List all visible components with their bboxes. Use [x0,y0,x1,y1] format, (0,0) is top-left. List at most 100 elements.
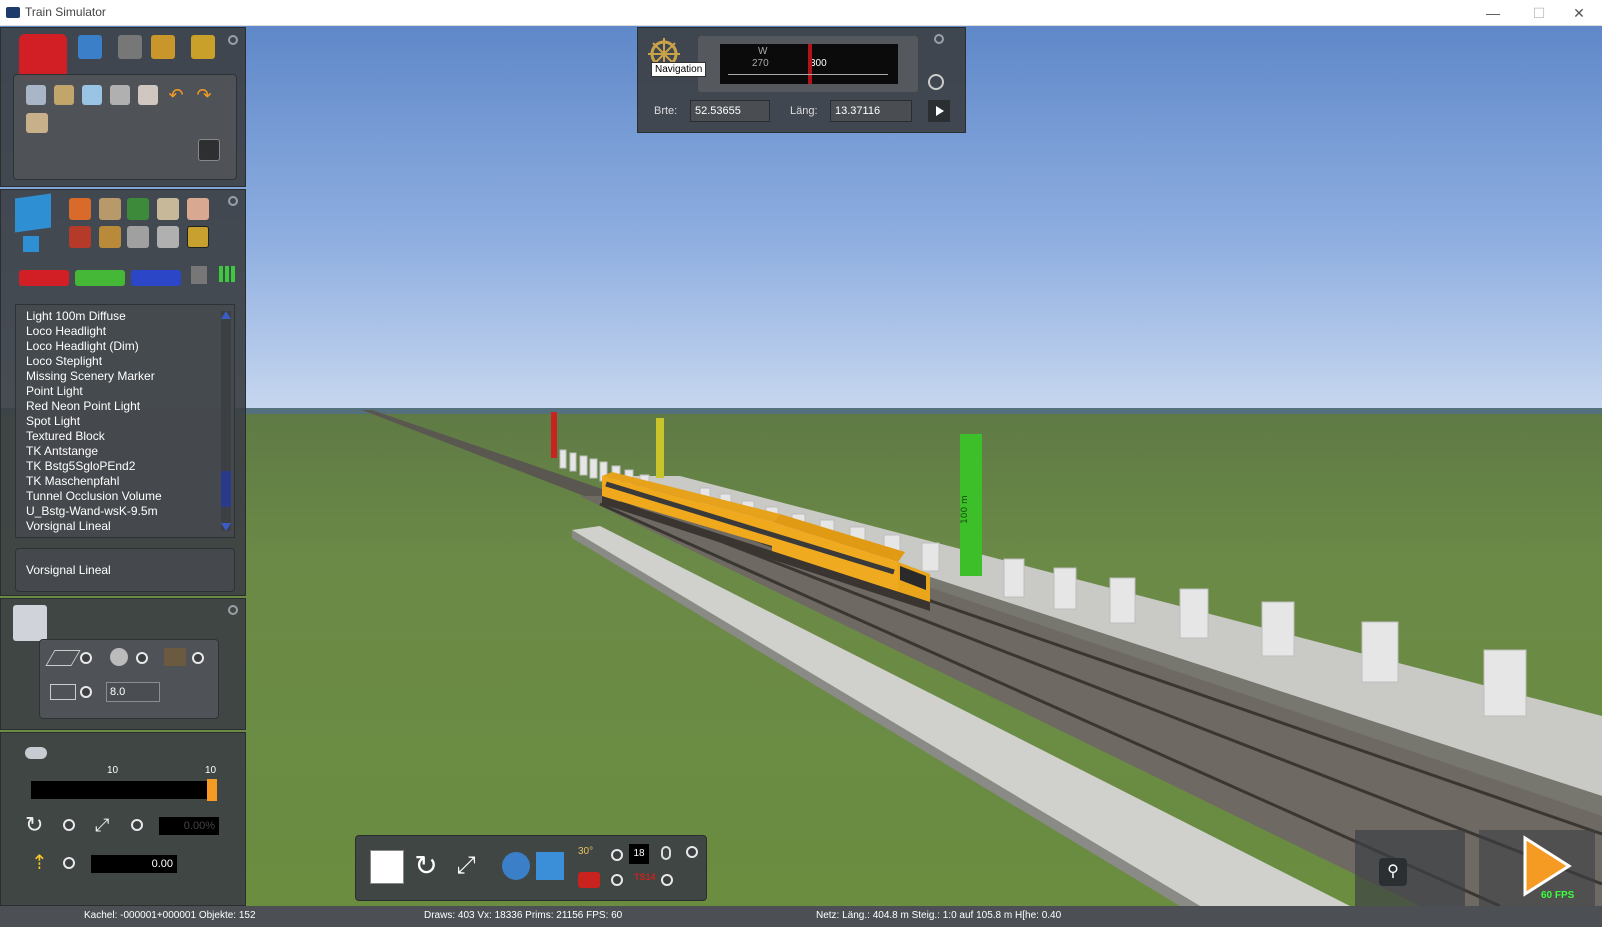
select-icon[interactable] [82,85,102,105]
compass-needle [808,44,812,84]
target-icon[interactable] [928,74,944,90]
scroll-thumb[interactable] [221,471,231,507]
height-field[interactable]: 0.00 [91,855,177,873]
road-icon[interactable] [157,198,179,220]
latitude-field[interactable]: 52.53655 [690,100,770,122]
people-icon[interactable] [187,198,209,220]
go-button[interactable] [928,100,950,122]
minimize-button[interactable]: — [1470,0,1516,26]
rotate-view-icon[interactable]: ↻ [410,850,442,882]
checklist-icon[interactable] [13,605,47,641]
list-item[interactable]: Missing Scenery Marker [26,369,155,383]
list-item[interactable]: Loco Steplight [26,354,102,368]
object-list[interactable]: Light 100m Diffuse Loco Headlight Loco H… [15,304,235,538]
pin-icon[interactable] [228,605,238,615]
list-scrollbar[interactable] [221,311,231,531]
favorites-blue-icon[interactable] [131,270,181,286]
move-icon[interactable] [370,850,404,884]
pin-icon[interactable] [228,35,238,45]
terrain-icon[interactable] [99,226,121,248]
favorites-green-icon[interactable] [75,270,125,286]
list-item[interactable]: TK Maschenpfahl [26,474,119,488]
buildings-icon[interactable] [69,198,91,220]
sphere-icon[interactable] [110,648,128,666]
scenario-icon[interactable] [26,113,48,133]
altitude-radio[interactable] [611,849,623,861]
compass-strip[interactable]: W 270 300 [720,44,898,84]
globe-icon[interactable] [502,852,530,880]
scale-icon[interactable]: ⤢ [95,813,119,837]
undo-icon[interactable]: ↶ [166,85,186,105]
scroll-down-icon[interactable] [221,523,231,531]
plane-icon[interactable] [45,650,81,666]
longitude-field[interactable]: 13.37116 [830,100,912,122]
ts14-radio[interactable] [661,874,673,886]
delete-icon[interactable] [110,85,130,105]
toggle-icon[interactable] [25,747,47,759]
grid-view-icon[interactable] [219,266,235,282]
ts14-label: TS14 [634,872,656,882]
list-item[interactable]: U_Bstg-Wand-wsK-9.5m [26,504,158,518]
unlock-icon[interactable]: ⚲ [1379,858,1407,886]
signal-icon[interactable] [69,226,91,248]
width-input[interactable] [106,682,160,702]
lock-icon[interactable] [661,846,671,860]
texture-radio[interactable] [192,652,204,664]
paste-icon[interactable] [54,85,74,105]
list-item[interactable]: TK Antstange [26,444,98,458]
cube-icon[interactable] [15,193,51,233]
counter-field[interactable]: 18 [629,844,649,864]
track-icon[interactable] [118,35,142,59]
tree-icon[interactable] [127,198,149,220]
list-item[interactable]: Tunnel Occlusion Volume [26,489,162,503]
train-icon[interactable] [191,35,215,59]
brush-slider[interactable] [31,779,217,801]
list-item[interactable]: Loco Headlight (Dim) [26,339,139,353]
paintbrush-icon[interactable] [151,35,175,59]
rotate-radio[interactable] [63,819,75,831]
home-icon[interactable] [78,35,102,59]
find-icon[interactable] [138,85,158,105]
plane-radio[interactable] [80,652,92,664]
list-item[interactable]: Red Neon Point Light [26,399,140,413]
misc-objects-icon[interactable] [187,226,209,248]
favorites-red-icon[interactable] [19,270,69,286]
list-item[interactable]: Loco Headlight [26,324,106,338]
redo-icon[interactable]: ↷ [194,85,214,105]
terrain-radio[interactable] [611,874,623,886]
height-icon[interactable]: ⇡ [31,851,51,875]
height-radio[interactable] [63,857,75,869]
small-cube-icon[interactable] [23,236,39,252]
list-view-icon[interactable] [191,266,207,284]
altitude-icon[interactable]: 30° [578,846,598,862]
close-button[interactable]: ✕ [1556,0,1602,26]
texture-icon[interactable] [164,648,186,666]
pin-icon[interactable] [934,34,944,44]
copy-icon[interactable] [26,85,46,105]
list-item[interactable]: Spot Light [26,414,80,428]
slider-handle[interactable] [207,779,217,801]
percent-field[interactable]: 0.00% [159,817,219,835]
rotate-icon[interactable]: ↻ [25,813,49,837]
resize-icon[interactable]: ⤢ [450,850,482,882]
list-item[interactable]: Textured Block [26,429,105,443]
scale-radio[interactable] [131,819,143,831]
width-radio[interactable] [80,686,92,698]
scroll-up-icon[interactable] [221,311,231,319]
home-view-icon[interactable] [536,852,564,880]
list-item[interactable]: Point Light [26,384,83,398]
lock-radio[interactable] [686,846,698,858]
pin-icon[interactable] [228,196,238,206]
list-item[interactable]: Vorsignal Lineal [26,519,111,533]
list-item[interactable]: TK Bstg5SgloPEnd2 [26,459,135,473]
industry-icon[interactable] [99,198,121,220]
sphere-radio[interactable] [136,652,148,664]
list-item[interactable]: Light 100m Diffuse [26,309,126,323]
play-icon[interactable] [1519,834,1579,898]
width-icon[interactable] [50,684,76,700]
properties-subpanel [39,639,219,719]
terrain-tool-icon[interactable] [578,872,600,888]
settings-icon[interactable] [198,139,220,161]
sound-icon[interactable] [157,226,179,248]
bridge-icon[interactable] [127,226,149,248]
